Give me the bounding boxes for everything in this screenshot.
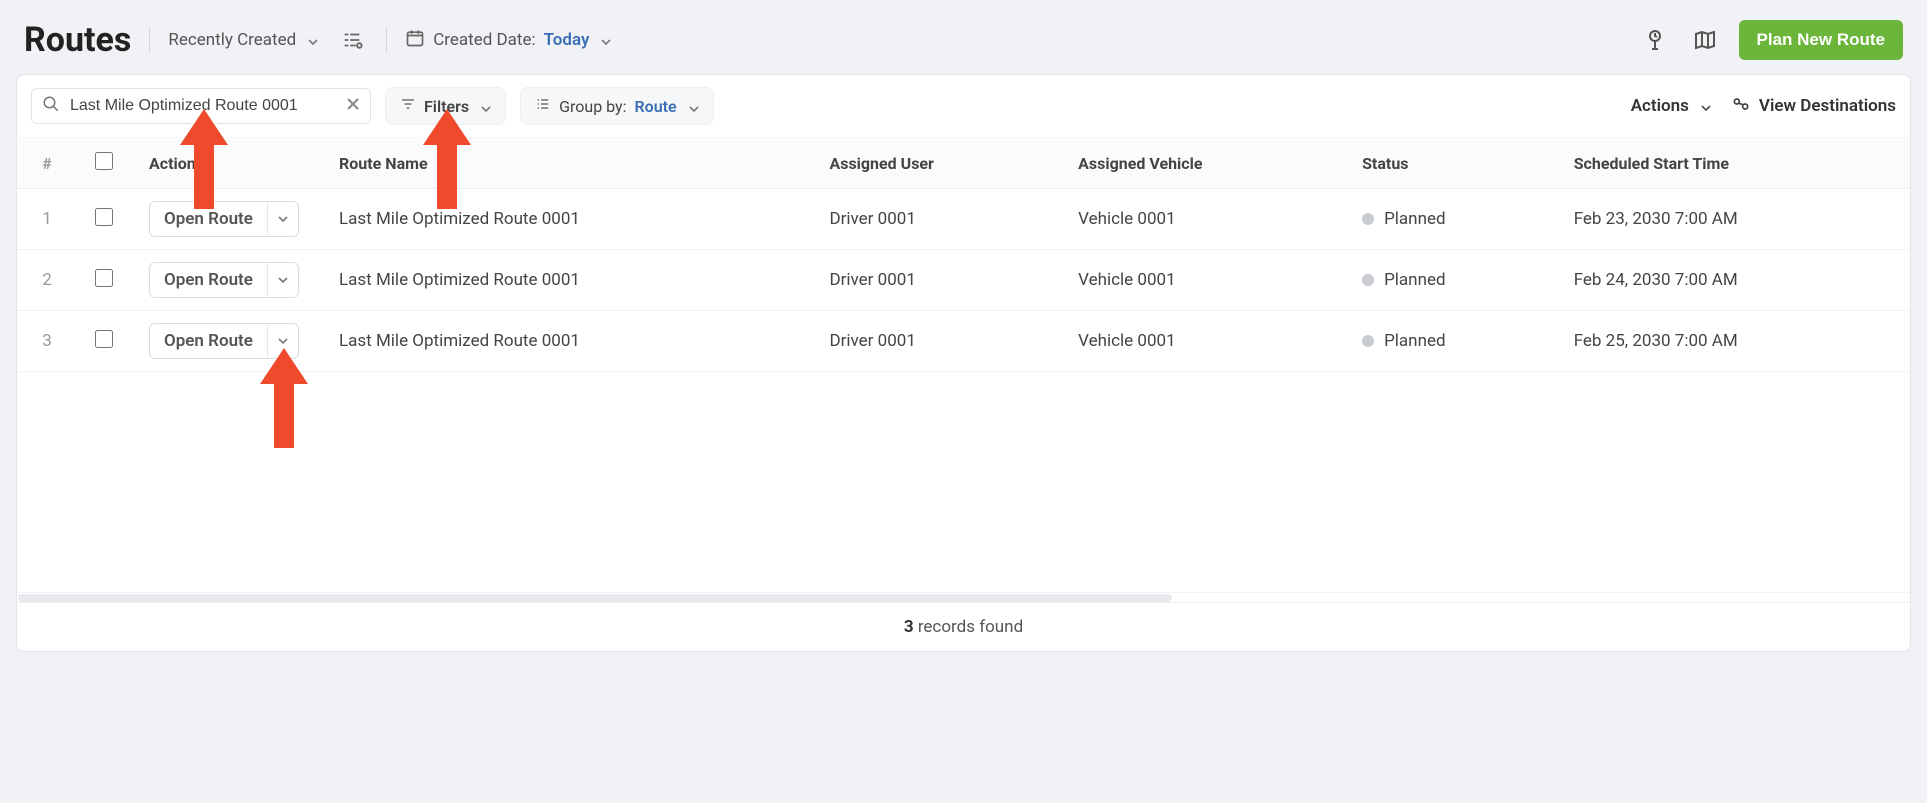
- status-text: Planned: [1384, 209, 1445, 229]
- records-label: records found: [918, 617, 1023, 637]
- routes-panel: Filters Group by: Route: [16, 74, 1911, 652]
- cell-assigned-vehicle: Vehicle 0001: [1060, 189, 1344, 250]
- search-input[interactable]: [70, 97, 336, 115]
- row-checkbox[interactable]: [95, 269, 113, 287]
- status-dot-icon: [1362, 213, 1374, 225]
- created-date-filter[interactable]: Created Date: Today: [405, 28, 611, 53]
- open-route-dropdown[interactable]: [268, 263, 298, 297]
- toolbar: Filters Group by: Route: [17, 75, 1910, 138]
- recently-created-dropdown[interactable]: Recently Created: [168, 30, 318, 50]
- clear-search-icon[interactable]: [346, 97, 360, 115]
- cell-scheduled-start: Feb 24, 2030 7:00 AM: [1556, 250, 1910, 311]
- col-route-name[interactable]: Route Name: [321, 138, 811, 189]
- filters-button[interactable]: Filters: [385, 87, 506, 125]
- row-number: 2: [17, 250, 77, 311]
- destinations-icon: [1731, 94, 1751, 119]
- list-icon: [535, 96, 551, 116]
- cell-assigned-user: Driver 0001: [811, 189, 1060, 250]
- cell-status: Planned: [1344, 189, 1556, 250]
- table-row: 1 Open Route Last Mile Optimized Route 000…: [17, 189, 1910, 250]
- cell-scheduled-start: Feb 25, 2030 7:00 AM: [1556, 311, 1910, 372]
- row-number: 1: [17, 189, 77, 250]
- recently-created-label: Recently Created: [168, 30, 296, 50]
- chevron-down-icon: [481, 97, 491, 116]
- plan-new-route-button[interactable]: Plan New Route: [1739, 20, 1903, 60]
- records-footer: 3 records found: [17, 602, 1910, 651]
- cell-assigned-vehicle: Vehicle 0001: [1060, 311, 1344, 372]
- row-number: 3: [17, 311, 77, 372]
- created-date-label: Created Date:: [433, 30, 535, 50]
- map-icon[interactable]: [1689, 24, 1721, 56]
- filter-icon: [400, 96, 416, 116]
- cell-assigned-user: Driver 0001: [811, 250, 1060, 311]
- records-count: 3: [904, 617, 914, 637]
- col-actions[interactable]: Actions: [131, 138, 321, 189]
- divider: [386, 27, 387, 53]
- cell-route-name: Last Mile Optimized Route 0001: [321, 311, 811, 372]
- chevron-down-icon: [601, 30, 611, 50]
- open-route-split-button: Open Route: [149, 323, 299, 359]
- col-assigned-vehicle[interactable]: Assigned Vehicle: [1060, 138, 1344, 189]
- horizontal-scrollbar[interactable]: [17, 592, 1910, 602]
- search-icon: [42, 95, 60, 117]
- open-route-dropdown[interactable]: [268, 324, 298, 358]
- table-row: 2 Open Route Last Mile Optimized Route 000…: [17, 250, 1910, 311]
- calendar-icon: [405, 28, 425, 53]
- row-checkbox[interactable]: [95, 330, 113, 348]
- col-scheduled-start[interactable]: Scheduled Start Time: [1556, 138, 1910, 189]
- table-header-row: # Actions Route Name Assigned User Assig…: [17, 138, 1910, 189]
- page-header: Routes Recently Created Created Date: To…: [16, 12, 1911, 74]
- group-by-label: Group by:: [559, 97, 626, 116]
- chevron-down-icon: [1701, 96, 1711, 116]
- empty-space: [17, 372, 1910, 592]
- view-destinations-button[interactable]: View Destinations: [1731, 94, 1896, 119]
- open-route-button[interactable]: Open Route: [150, 263, 268, 297]
- cell-route-name: Last Mile Optimized Route 0001: [321, 250, 811, 311]
- select-all-checkbox[interactable]: [95, 152, 113, 170]
- group-by-value: Route: [634, 97, 676, 116]
- divider: [149, 27, 150, 53]
- timeline-icon[interactable]: [1639, 24, 1671, 56]
- open-route-split-button: Open Route: [149, 201, 299, 237]
- status-text: Planned: [1384, 270, 1445, 290]
- cell-scheduled-start: Feb 23, 2030 7:00 AM: [1556, 189, 1910, 250]
- col-select-all: [77, 138, 131, 189]
- chevron-down-icon: [308, 30, 318, 50]
- actions-label: Actions: [1631, 96, 1689, 116]
- row-checkbox[interactable]: [95, 208, 113, 226]
- view-destinations-label: View Destinations: [1759, 96, 1896, 116]
- filters-label: Filters: [424, 97, 469, 116]
- chevron-down-icon: [689, 97, 699, 116]
- scrollbar-thumb[interactable]: [18, 594, 1172, 602]
- cell-assigned-user: Driver 0001: [811, 311, 1060, 372]
- routes-table: # Actions Route Name Assigned User Assig…: [17, 138, 1910, 372]
- cell-assigned-vehicle: Vehicle 0001: [1060, 250, 1344, 311]
- open-route-split-button: Open Route: [149, 262, 299, 298]
- actions-dropdown[interactable]: Actions: [1631, 96, 1711, 116]
- status-text: Planned: [1384, 331, 1445, 351]
- open-route-button[interactable]: Open Route: [150, 324, 268, 358]
- col-assigned-user[interactable]: Assigned User: [811, 138, 1060, 189]
- cell-status: Planned: [1344, 250, 1556, 311]
- columns-settings-icon[interactable]: [336, 24, 368, 56]
- created-date-value: Today: [544, 30, 590, 50]
- search-box[interactable]: [31, 88, 371, 124]
- status-dot-icon: [1362, 274, 1374, 286]
- group-by-button[interactable]: Group by: Route: [520, 87, 714, 125]
- col-number: #: [17, 138, 77, 189]
- col-status[interactable]: Status: [1344, 138, 1556, 189]
- open-route-dropdown[interactable]: [268, 202, 298, 236]
- status-dot-icon: [1362, 335, 1374, 347]
- page-title: Routes: [24, 20, 131, 60]
- open-route-button[interactable]: Open Route: [150, 202, 268, 236]
- cell-route-name: Last Mile Optimized Route 0001: [321, 189, 811, 250]
- table-row: 3 Open Route Last Mile Optimized Route 000…: [17, 311, 1910, 372]
- cell-status: Planned: [1344, 311, 1556, 372]
